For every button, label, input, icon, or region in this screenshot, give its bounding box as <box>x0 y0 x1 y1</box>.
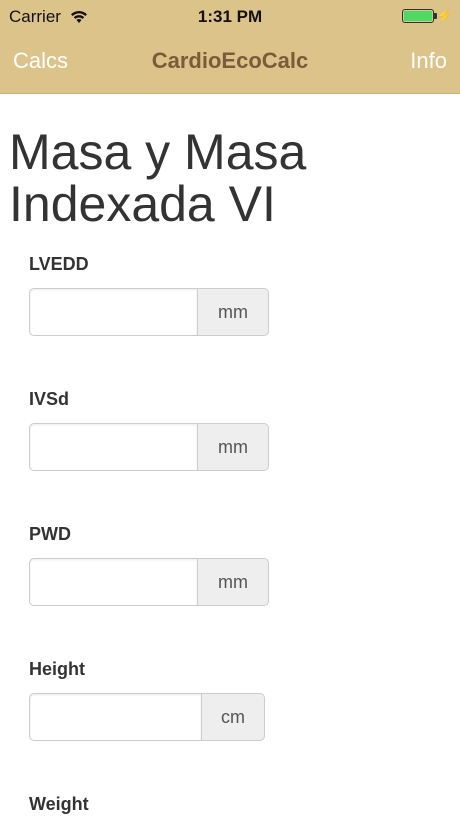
height-input[interactable] <box>29 693 201 741</box>
bolt-icon: ⚡ <box>436 8 453 23</box>
field-weight: Weight <box>29 794 89 816</box>
field-ivsd: IVSd mm <box>29 389 269 471</box>
unit-addon-ivsd: mm <box>197 423 269 471</box>
battery-icon <box>402 9 434 23</box>
app-title: CardioEcoCalc <box>151 48 309 73</box>
input-group-pwd: mm <box>29 558 269 606</box>
field-label-pwd: PWD <box>29 524 71 544</box>
field-label-height: Height <box>29 659 85 679</box>
info-button[interactable]: Info <box>410 48 447 74</box>
status-bar: Carrier 1:31 PM ⚡ <box>0 0 460 34</box>
navigation-bar: Calcs CardioEcoCalc Info <box>0 34 460 94</box>
lvedd-input[interactable] <box>29 288 197 336</box>
field-label-lvedd: LVEDD <box>29 254 89 274</box>
field-height: Height cm <box>29 659 265 741</box>
unit-addon-lvedd: mm <box>197 288 269 336</box>
pwd-input[interactable] <box>29 558 197 606</box>
unit-addon-height: cm <box>201 693 265 741</box>
page-title: Masa y Masa Indexada VI <box>9 124 307 232</box>
input-group-lvedd: mm <box>29 288 269 336</box>
status-time: 1:31 PM <box>197 7 263 26</box>
input-group-height: cm <box>29 693 265 741</box>
ivsd-input[interactable] <box>29 423 197 471</box>
unit-addon-pwd: mm <box>197 558 269 606</box>
input-group-ivsd: mm <box>29 423 269 471</box>
field-label-weight: Weight <box>29 794 89 814</box>
field-lvedd: LVEDD mm <box>29 254 269 336</box>
field-label-ivsd: IVSd <box>29 389 70 409</box>
field-pwd: PWD mm <box>29 524 269 606</box>
